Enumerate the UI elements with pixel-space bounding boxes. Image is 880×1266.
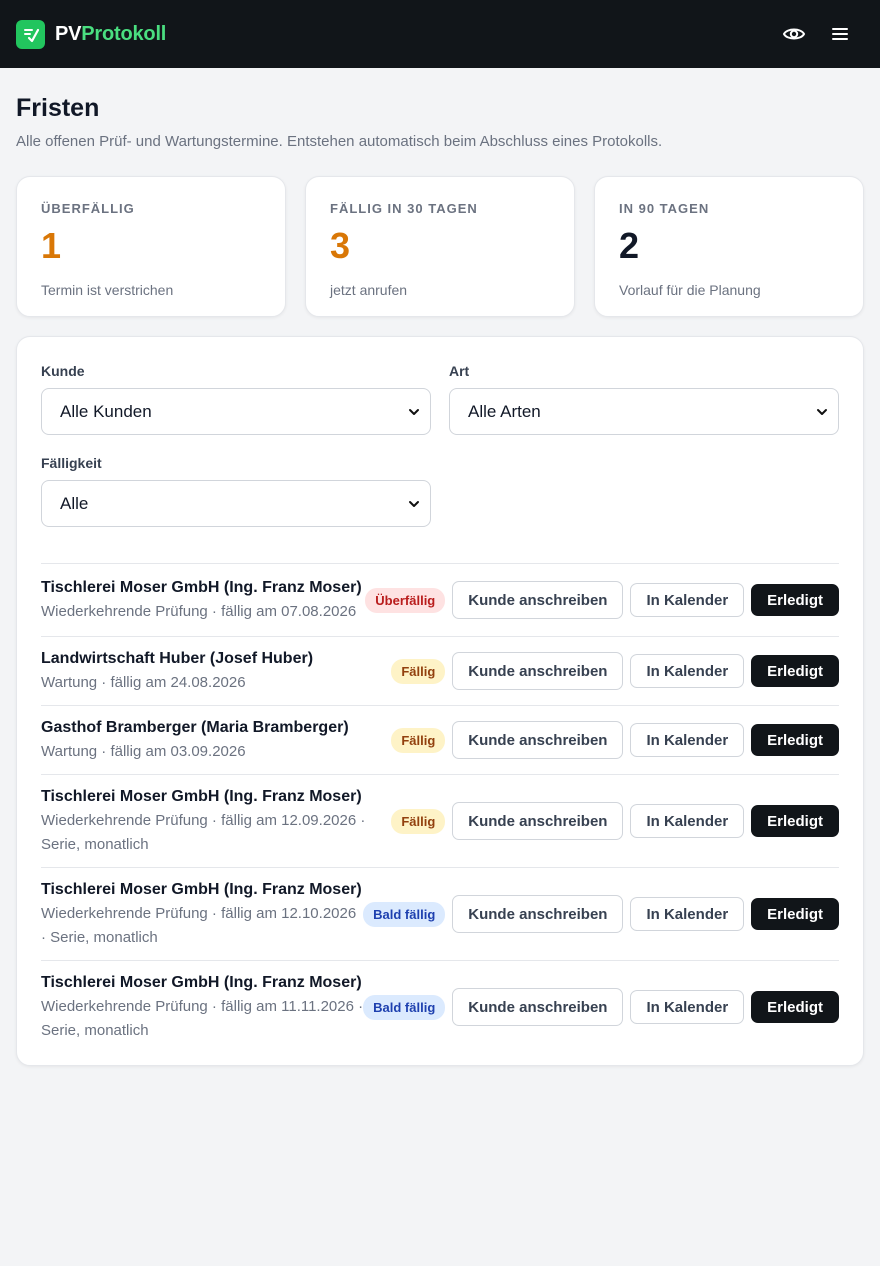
row-title: Tischlerei Moser GmbH (Ing. Franz Moser)	[41, 881, 362, 898]
filters: Kunde Alle Kunden Art Alle Arten Fälligk…	[41, 361, 839, 527]
stat-card-due-30: Fällig in 30 Tagen 3 jetzt anrufen	[305, 176, 575, 317]
chevron-down-icon	[409, 408, 419, 415]
stat-label: Überfällig	[41, 201, 135, 216]
filter-faelligkeit: Fälligkeit Alle	[41, 453, 431, 527]
row-actions: Überfällig Kunde anschreiben In Kalender…	[365, 581, 839, 619]
filter-faelligkeit-label: Fälligkeit	[41, 455, 102, 471]
add-calendar-button[interactable]: In Kalender	[630, 583, 745, 617]
status-badge: Fällig	[391, 727, 446, 753]
brand-name-part1: PV	[55, 22, 82, 45]
page: Fristen Alle offenen Prüf- und Wartungst…	[0, 68, 880, 1090]
row-meta: Wiederkehrende Prüfung · fällig am 11.11…	[41, 998, 364, 1039]
row-actions: Fällig Kunde anschreiben In Kalender Erl…	[391, 721, 839, 759]
header-actions	[782, 22, 864, 46]
add-calendar-button[interactable]: In Kalender	[630, 654, 745, 688]
brand[interactable]: PVProtokoll	[16, 19, 166, 49]
add-calendar-button[interactable]: In Kalender	[630, 990, 745, 1024]
row-title: Tischlerei Moser GmbH (Ing. Franz Moser)	[41, 974, 362, 991]
list-item: Gasthof Bramberger (Maria Bramberger) Wa…	[41, 706, 839, 775]
brand-name: PVProtokoll	[55, 23, 166, 46]
row-meta: Wartung · fällig am 24.08.2026	[41, 674, 246, 691]
art-select-value: Alle Arten	[468, 401, 541, 421]
top-bar: PVProtokoll	[0, 0, 880, 68]
stat-label: Fällig in 30 Tagen	[330, 201, 478, 216]
write-customer-button[interactable]: Kunde anschreiben	[452, 581, 624, 619]
row-title: Tischlerei Moser GmbH (Ing. Franz Moser)	[41, 788, 362, 805]
filter-art: Art Alle Arten	[449, 361, 839, 435]
filter-kunde: Kunde Alle Kunden	[41, 361, 431, 435]
stat-value: 1	[41, 225, 62, 266]
list-item: Landwirtschaft Huber (Josef Huber) Wartu…	[41, 637, 839, 706]
eye-icon[interactable]	[782, 22, 806, 46]
done-button[interactable]: Erledigt	[751, 655, 839, 687]
row-info: Tischlerei Moser GmbH (Ing. Franz Moser)…	[41, 785, 371, 857]
write-customer-button[interactable]: Kunde anschreiben	[452, 802, 624, 840]
row-meta: Wiederkehrende Prüfung · fällig am 12.09…	[41, 812, 366, 853]
row-title: Tischlerei Moser GmbH (Ing. Franz Moser)	[41, 579, 362, 596]
menu-icon[interactable]	[828, 22, 852, 46]
status-badge: Überfällig	[365, 587, 446, 613]
faelligkeit-select[interactable]: Alle	[41, 480, 431, 527]
status-badge: Fällig	[391, 658, 446, 684]
done-button[interactable]: Erledigt	[751, 898, 839, 930]
row-actions: Fällig Kunde anschreiben In Kalender Erl…	[391, 652, 839, 690]
kunde-select-value: Alle Kunden	[60, 401, 152, 421]
list-item: Tischlerei Moser GmbH (Ing. Franz Moser)…	[41, 564, 839, 637]
stat-hint: Termin ist verstrichen	[41, 282, 174, 298]
add-calendar-button[interactable]: In Kalender	[630, 804, 745, 838]
row-info: Gasthof Bramberger (Maria Bramberger) Wa…	[41, 716, 349, 764]
row-title: Landwirtschaft Huber (Josef Huber)	[41, 650, 314, 667]
filter-kunde-label: Kunde	[41, 363, 85, 379]
row-title: Gasthof Bramberger (Maria Bramberger)	[41, 719, 349, 736]
stat-card-overdue: Überfällig 1 Termin ist verstrichen	[16, 176, 286, 317]
row-meta: Wartung · fällig am 03.09.2026	[41, 743, 246, 760]
page-subtitle: Alle offenen Prüf- und Wartungstermine. …	[16, 133, 663, 150]
logo-icon	[16, 19, 45, 49]
row-meta: Wiederkehrende Prüfung · fällig am 12.10…	[41, 905, 357, 946]
kunde-select[interactable]: Alle Kunden	[41, 388, 431, 435]
done-button[interactable]: Erledigt	[751, 805, 839, 837]
status-badge: Bald fällig	[363, 994, 446, 1020]
faelligkeit-select-value: Alle	[60, 493, 89, 513]
add-calendar-button[interactable]: In Kalender	[630, 723, 745, 757]
write-customer-button[interactable]: Kunde anschreiben	[452, 895, 624, 933]
row-actions: Bald fällig Kunde anschreiben In Kalende…	[363, 895, 839, 933]
row-info: Tischlerei Moser GmbH (Ing. Franz Moser)…	[41, 576, 362, 624]
write-customer-button[interactable]: Kunde anschreiben	[452, 652, 624, 690]
art-select[interactable]: Alle Arten	[449, 388, 839, 435]
chevron-down-icon	[817, 408, 827, 415]
list-item: Tischlerei Moser GmbH (Ing. Franz Moser)…	[41, 868, 839, 961]
stat-value: 3	[330, 225, 351, 266]
stat-label: In 90 Tagen	[619, 201, 710, 216]
status-badge: Fällig	[391, 808, 446, 834]
deadlines-panel: Kunde Alle Kunden Art Alle Arten Fälligk…	[16, 336, 864, 1066]
write-customer-button[interactable]: Kunde anschreiben	[452, 988, 624, 1026]
done-button[interactable]: Erledigt	[751, 991, 839, 1023]
done-button[interactable]: Erledigt	[751, 584, 839, 616]
page-title: Fristen	[16, 94, 100, 122]
list-item: Tischlerei Moser GmbH (Ing. Franz Moser)…	[41, 775, 839, 868]
chevron-down-icon	[409, 500, 419, 507]
row-actions: Bald fällig Kunde anschreiben In Kalende…	[363, 988, 839, 1026]
row-info: Tischlerei Moser GmbH (Ing. Franz Moser)…	[41, 878, 363, 950]
stats: Überfällig 1 Termin ist verstrichen Fäll…	[16, 176, 864, 317]
add-calendar-button[interactable]: In Kalender	[630, 897, 745, 931]
status-badge: Bald fällig	[363, 901, 446, 927]
list-item: Tischlerei Moser GmbH (Ing. Franz Moser)…	[41, 961, 839, 1053]
stat-value: 2	[619, 225, 640, 266]
row-actions: Fällig Kunde anschreiben In Kalender Erl…	[391, 802, 839, 840]
brand-name-part2: Protokoll	[81, 22, 167, 45]
row-meta: Wiederkehrende Prüfung · fällig am 07.08…	[41, 603, 357, 620]
stat-hint: jetzt anrufen	[330, 282, 408, 298]
stat-card-90: In 90 Tagen 2 Vorlauf für die Planung	[594, 176, 864, 317]
row-info: Tischlerei Moser GmbH (Ing. Franz Moser)…	[41, 971, 363, 1043]
stat-hint: Vorlauf für die Planung	[619, 282, 761, 298]
deadline-list: Tischlerei Moser GmbH (Ing. Franz Moser)…	[41, 564, 839, 1053]
done-button[interactable]: Erledigt	[751, 724, 839, 756]
row-info: Landwirtschaft Huber (Josef Huber) Wartu…	[41, 647, 313, 695]
filter-art-label: Art	[449, 363, 470, 379]
write-customer-button[interactable]: Kunde anschreiben	[452, 721, 624, 759]
